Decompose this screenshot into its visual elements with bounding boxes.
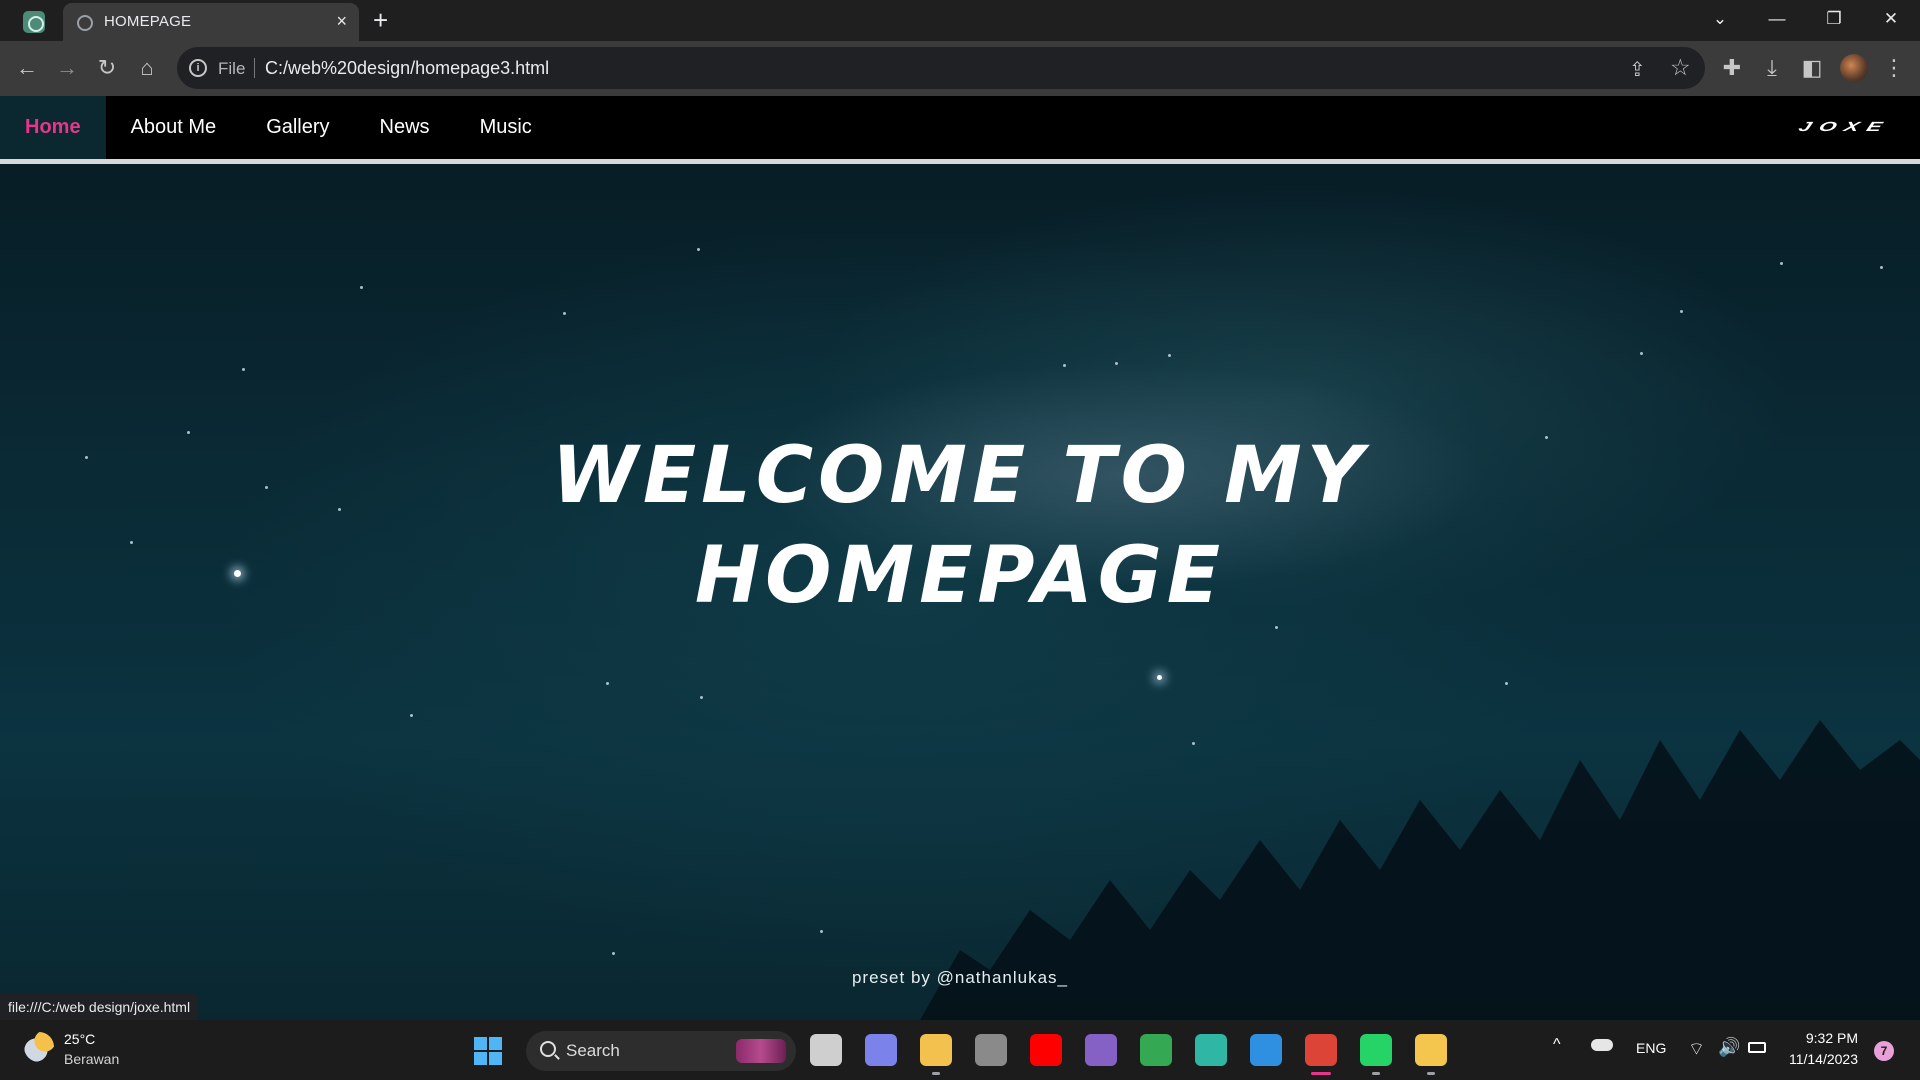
- taskbar-search[interactable]: Search: [526, 1031, 796, 1071]
- star: [360, 286, 363, 289]
- bright-star: [1157, 675, 1162, 680]
- credit-text: preset by @nathanlukas_: [851, 968, 1069, 987]
- status-bar-url: file:///C:/web design/joxe.html: [0, 994, 199, 1020]
- nav-item-home[interactable]: Home: [0, 96, 106, 159]
- chrome-icon[interactable]: [1140, 1034, 1172, 1066]
- browser-tab[interactable]: HOMEPAGE ×: [63, 3, 359, 41]
- weather-description[interactable]: Berawan: [64, 1051, 119, 1067]
- address-bar[interactable]: i File C:/web%20design/homepage3.html ⇪ …: [177, 47, 1705, 89]
- site-nav-bar: Home About Me Gallery News Music JOXE: [0, 96, 1920, 159]
- nav-divider: [0, 159, 1920, 164]
- clock-time[interactable]: 9:32 PM: [1778, 1030, 1858, 1046]
- reload-icon[interactable]: ↻: [93, 54, 121, 82]
- kebab-menu-icon[interactable]: ⋮: [1880, 54, 1908, 82]
- star: [1640, 352, 1643, 355]
- star: [410, 714, 413, 717]
- star: [606, 682, 609, 685]
- url-scheme-label: File: [218, 59, 246, 78]
- bright-star: [234, 570, 241, 577]
- star: [820, 930, 823, 933]
- tab-title: HOMEPAGE: [104, 13, 192, 30]
- home-icon[interactable]: ⌂: [133, 54, 161, 82]
- nav-item-music[interactable]: Music: [455, 96, 557, 159]
- taskbar: 25°C Berawan Search ^ ENG ⌔ 🔊 9:32 PM 11…: [0, 1020, 1920, 1080]
- task-view-icon[interactable]: [810, 1034, 842, 1066]
- visual-studio-icon[interactable]: [1085, 1034, 1117, 1066]
- clock-date[interactable]: 11/14/2023: [1778, 1051, 1858, 1067]
- star: [242, 368, 245, 371]
- battery-icon[interactable]: [1748, 1042, 1766, 1053]
- onedrive-cloud-icon[interactable]: [1591, 1039, 1613, 1051]
- star: [1505, 682, 1508, 685]
- forward-arrow-icon[interactable]: →: [53, 54, 81, 82]
- tab-search-button[interactable]: ⌄: [1691, 0, 1749, 40]
- star: [265, 486, 268, 489]
- chrome-profile-icon[interactable]: [1305, 1034, 1337, 1075]
- star: [130, 541, 133, 544]
- weather-temperature[interactable]: 25°C: [64, 1031, 95, 1047]
- file-explorer-icon[interactable]: [920, 1034, 952, 1075]
- nav-list: Home About Me Gallery News Music: [0, 96, 557, 159]
- star: [697, 248, 700, 251]
- notification-badge[interactable]: 7: [1874, 1041, 1894, 1061]
- search-label: Search: [566, 1041, 620, 1060]
- site-info-icon[interactable]: i: [189, 59, 207, 77]
- tab-strip: HOMEPAGE × + ⌄ — ❐ ✕: [0, 0, 1920, 41]
- share-icon[interactable]: ⇪: [1629, 57, 1646, 82]
- tab-close-icon[interactable]: ×: [336, 11, 347, 32]
- star: [85, 456, 88, 459]
- edge-icon[interactable]: [1195, 1034, 1227, 1066]
- nav-item-about-me[interactable]: About Me: [106, 96, 242, 159]
- restore-button[interactable]: ❐: [1805, 0, 1863, 40]
- star: [338, 508, 341, 511]
- hero-title-line2: HOMEPAGE: [694, 531, 1226, 621]
- notes-app-icon[interactable]: [1415, 1034, 1447, 1075]
- wifi-icon[interactable]: ⌔: [1688, 1038, 1705, 1061]
- download-icon[interactable]: ⤓: [1758, 54, 1786, 82]
- star: [1880, 266, 1883, 269]
- browser-toolbar: ← → ↻ ⌂ i File C:/web%20design/homepage3…: [0, 41, 1920, 96]
- star: [1275, 626, 1278, 629]
- nav-item-gallery[interactable]: Gallery: [241, 96, 354, 159]
- hero-title-line1: WELCOME TO MY: [551, 431, 1369, 521]
- hero-title: WELCOME TO MY HOMEPAGE: [440, 426, 1480, 626]
- language-indicator[interactable]: ENG: [1636, 1040, 1666, 1056]
- vscode-icon[interactable]: [1250, 1034, 1282, 1066]
- side-panel-icon[interactable]: ◧: [1798, 54, 1826, 82]
- extensions-puzzle-icon[interactable]: ✚: [1718, 54, 1746, 82]
- page-viewport: Home About Me Gallery News Music JOXE WE…: [0, 96, 1920, 1020]
- search-highlight-image: [736, 1039, 786, 1063]
- new-tab-button[interactable]: +: [373, 5, 388, 36]
- star: [700, 696, 703, 699]
- star: [1780, 262, 1783, 265]
- star: [1545, 436, 1548, 439]
- url-separator: [254, 58, 255, 78]
- search-icon: [540, 1041, 556, 1057]
- shield-app-icon[interactable]: [975, 1034, 1007, 1066]
- star: [1063, 364, 1066, 367]
- star: [1115, 362, 1118, 365]
- url-text[interactable]: C:/web%20design/homepage3.html: [265, 58, 549, 79]
- star: [612, 952, 615, 955]
- chatgpt-app-icon[interactable]: [23, 11, 45, 33]
- star: [1680, 310, 1683, 313]
- volume-icon[interactable]: 🔊: [1718, 1037, 1740, 1058]
- teams-icon[interactable]: [865, 1034, 897, 1066]
- brand-logo[interactable]: JOXE: [1796, 119, 1893, 135]
- bookmark-star-icon[interactable]: ☆: [1670, 54, 1691, 81]
- globe-icon: [77, 15, 93, 31]
- back-arrow-icon[interactable]: ←: [13, 54, 41, 82]
- minimize-button[interactable]: —: [1748, 0, 1806, 40]
- tray-overflow-chevron-icon[interactable]: ^: [1553, 1036, 1561, 1054]
- nav-item-news[interactable]: News: [355, 96, 455, 159]
- star: [187, 431, 190, 434]
- profile-avatar[interactable]: [1840, 54, 1868, 82]
- close-window-button[interactable]: ✕: [1862, 0, 1920, 40]
- youtube-icon[interactable]: [1030, 1034, 1062, 1066]
- star: [563, 312, 566, 315]
- windows-start-icon[interactable]: [474, 1037, 502, 1065]
- star: [1168, 354, 1171, 357]
- weather-cloud-icon[interactable]: [24, 1032, 54, 1062]
- whatsapp-icon[interactable]: [1360, 1034, 1392, 1075]
